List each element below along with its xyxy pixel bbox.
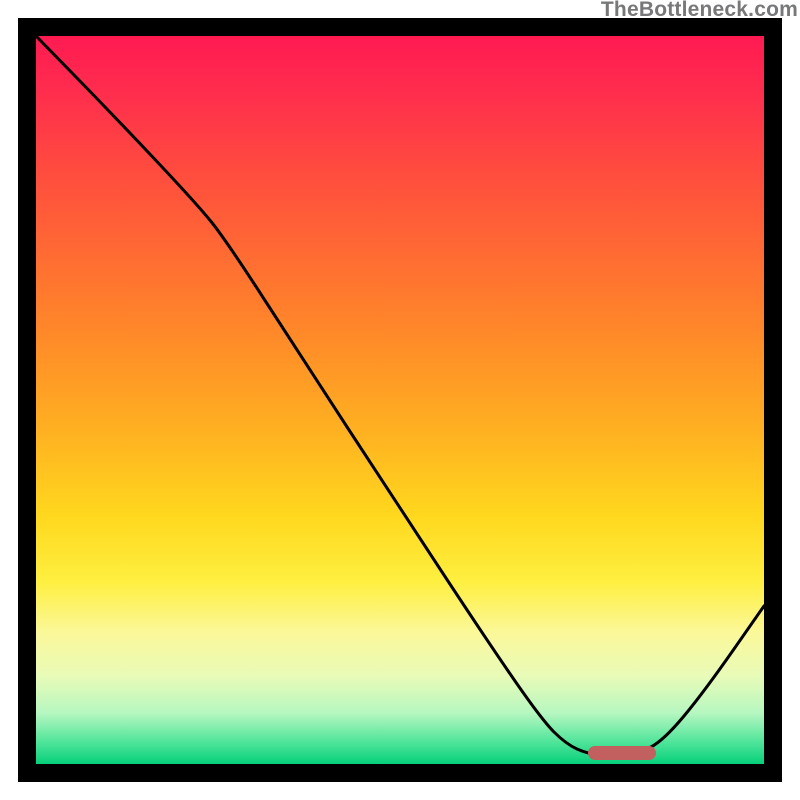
optimal-range-marker xyxy=(588,746,656,760)
bottleneck-chart: TheBottleneck.com xyxy=(0,0,800,800)
bottleneck-curve xyxy=(36,36,764,756)
curve-layer xyxy=(36,36,764,764)
plot-frame xyxy=(18,18,782,782)
